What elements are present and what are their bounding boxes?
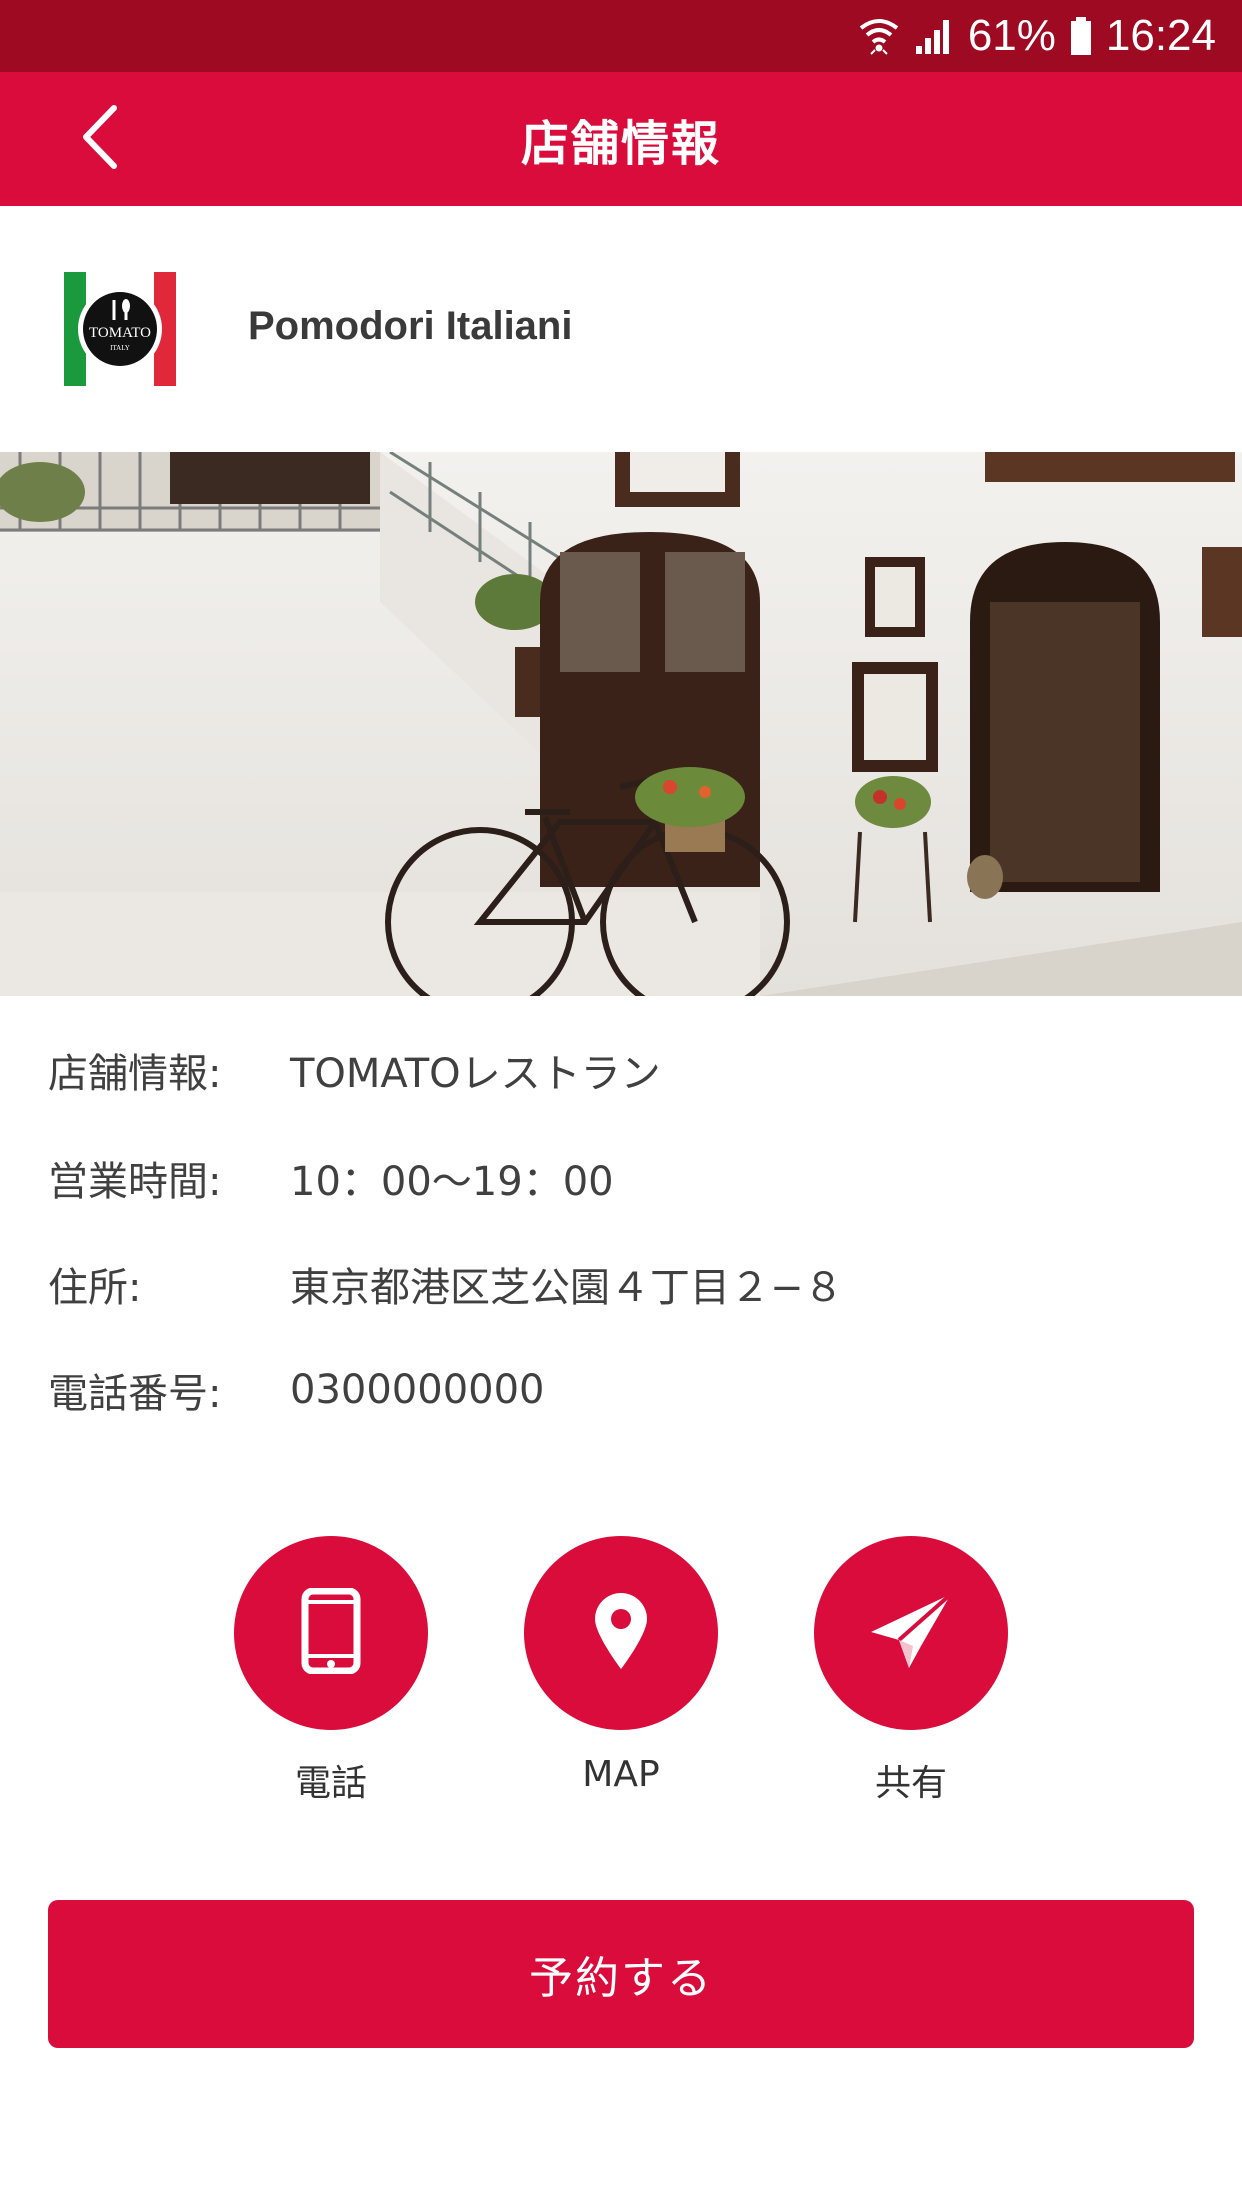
- share-icon: [869, 1592, 953, 1674]
- battery-icon: [1070, 16, 1092, 56]
- map-label: MAP: [582, 1754, 660, 1795]
- info-label: 店舗情報:: [48, 1051, 222, 1097]
- shop-photo: [0, 452, 1242, 996]
- info-label: 営業時間:: [48, 1159, 222, 1205]
- call-button-circle[interactable]: [234, 1536, 428, 1730]
- map-button-circle[interactable]: [524, 1536, 718, 1730]
- page-title: 店舗情報: [520, 116, 721, 172]
- clock: 16:24: [1105, 11, 1216, 60]
- call-button[interactable]: 電話: [234, 1536, 428, 1806]
- app-bar: 店舗情報: [0, 72, 1242, 206]
- share-button-circle[interactable]: [814, 1536, 1008, 1730]
- reserve-button[interactable]: 予約する: [48, 1900, 1194, 2048]
- map-pin-icon: [593, 1591, 649, 1675]
- info-row-shop: 店舗情報: TOMATOレストラン: [48, 1040, 661, 1100]
- info-value: 東京都港区芝公園４丁目２−８: [290, 1265, 844, 1311]
- wifi-icon: [858, 16, 900, 56]
- share-button[interactable]: 共有: [814, 1536, 1008, 1806]
- info-label: 住所:: [48, 1265, 142, 1311]
- info-value: 10：00〜19：00: [290, 1159, 614, 1205]
- back-button[interactable]: [60, 98, 140, 180]
- signal-icon: [914, 16, 954, 56]
- status-bar: 61% 16:24: [0, 0, 1242, 72]
- action-buttons: 電話 MAP 共有: [0, 1536, 1242, 1816]
- shop-logo: TOMATO ITALY: [64, 268, 176, 390]
- info-row-phone: 電話番号: 0300000000: [48, 1360, 545, 1420]
- phone-icon: [301, 1587, 361, 1678]
- shop-name: Pomodori Italiani: [248, 304, 573, 348]
- info-value: 0300000000: [290, 1367, 545, 1413]
- chevron-left-icon: [78, 104, 122, 174]
- shop-header: TOMATO ITALY Pomodori Italiani: [0, 206, 1242, 452]
- svg-text:ITALY: ITALY: [110, 344, 130, 352]
- share-label: 共有: [874, 1763, 947, 1804]
- info-row-address: 住所: 東京都港区芝公園４丁目２−８: [48, 1254, 844, 1314]
- info-label: 電話番号:: [48, 1371, 222, 1417]
- info-row-hours: 営業時間: 10：00〜19：00: [48, 1148, 614, 1208]
- map-button[interactable]: MAP: [524, 1536, 718, 1795]
- svg-text:TOMATO: TOMATO: [89, 325, 151, 341]
- info-value: TOMATOレストラン: [290, 1051, 661, 1097]
- battery-percent: 61%: [967, 11, 1056, 60]
- call-label: 電話: [294, 1763, 367, 1804]
